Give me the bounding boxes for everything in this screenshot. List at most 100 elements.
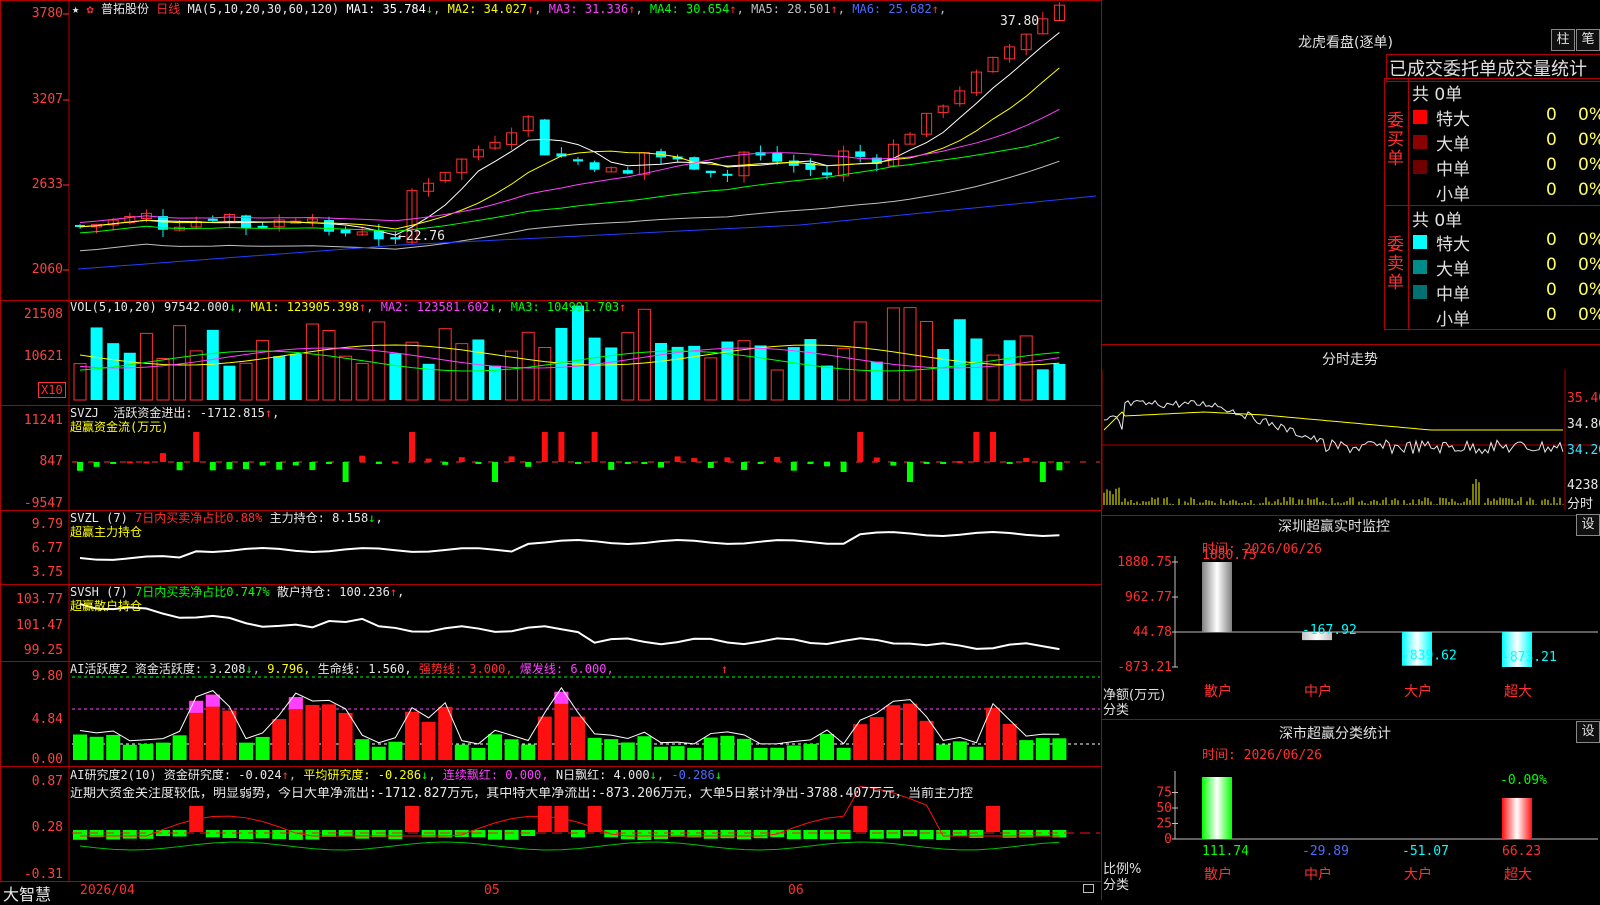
star-icon[interactable]: ★: [72, 2, 79, 16]
row-swatch: [1413, 160, 1427, 174]
y-tick-label: 44.78: [1133, 625, 1172, 640]
ai2-header: AI研究度2(10) 资金研究度: -0.024↑, 平均研究度: -0.286…: [70, 768, 722, 782]
ma-line: [79, 136, 1060, 234]
vol-bar: [206, 329, 219, 400]
vol-bar: [837, 347, 851, 401]
row-p: 0%: [1578, 305, 1600, 325]
research-bar: [986, 806, 1000, 832]
active-bar: [571, 716, 585, 760]
vol-bar: [770, 369, 784, 401]
category-label: 超大: [1504, 684, 1532, 700]
flow-bar: [624, 462, 631, 464]
vol-bar: [970, 338, 983, 400]
active-bar-top: [554, 691, 569, 704]
lhb-tick-button[interactable]: 笔: [1576, 29, 1600, 51]
flow-bar: [641, 462, 648, 464]
research-bar: [255, 830, 270, 839]
vol-bar: [256, 340, 270, 401]
active-bar: [886, 705, 901, 760]
research-bar: [122, 830, 137, 839]
category-label: 散户: [1204, 866, 1232, 883]
pct-label: -0.09%: [1500, 773, 1547, 788]
ss-xlab: 分类: [1103, 878, 1130, 893]
lock-icon[interactable]: [1083, 884, 1094, 893]
flow-bar: [209, 462, 216, 471]
buy-label: 委买单: [1387, 111, 1404, 169]
row-name: 中单: [1436, 160, 1470, 180]
vol-bar: [804, 339, 817, 400]
ma-value-5: MA5: 28.501: [751, 2, 831, 16]
ma-line: [79, 108, 1060, 223]
active-bar: [172, 735, 187, 760]
vol-bar: [305, 323, 319, 401]
svzl-header: SVZL (7) 7日内买卖净占比0.88% 主力持仓: 8.158↓, 超赢主…: [70, 511, 383, 539]
vol-bar: [870, 361, 883, 400]
active-bar: [753, 747, 768, 760]
y-label: 2633: [31, 177, 63, 192]
y-label: 2060: [31, 262, 63, 277]
research-bar: [886, 830, 901, 839]
vol-bar: [937, 349, 950, 400]
ai1-chart[interactable]: [0, 661, 1102, 767]
research-bar: [73, 830, 87, 840]
ma-arrow-1: ↓: [425, 2, 434, 16]
research-green-line: [79, 841, 1060, 851]
stock-name: 普拓股份: [100, 2, 149, 16]
ai2-chart[interactable]: [0, 766, 1102, 882]
flow-bar: [475, 462, 482, 464]
flow-bar: [292, 462, 299, 466]
candle-body: [207, 218, 218, 221]
active-bar: [1052, 738, 1067, 760]
vol-bar: [389, 353, 402, 400]
y-tick-label: 0: [1164, 832, 1172, 847]
active-bar: [620, 742, 635, 760]
research-bar: [803, 830, 818, 840]
vol-bar: [538, 347, 552, 401]
research-bar: [222, 830, 237, 839]
brand-logo: 大智慧: [3, 885, 52, 904]
row-name: 小单: [1436, 185, 1470, 205]
period-label[interactable]: 日线: [156, 2, 180, 16]
flow-bar: [1006, 462, 1013, 464]
kline-chart[interactable]: [0, 0, 1102, 301]
active-bar: [670, 746, 685, 760]
value-label: 66.23: [1502, 844, 1541, 859]
vol-bar: [239, 362, 253, 401]
research-bar: [620, 830, 635, 840]
vol-bar: [787, 347, 800, 400]
active-bar: [654, 746, 668, 760]
vol-chart[interactable]: [0, 300, 1102, 406]
active-bar: [355, 739, 370, 760]
candle-body: [772, 152, 783, 162]
ma-arrow-2: ↑: [527, 2, 535, 16]
vol-bar: [572, 305, 584, 400]
category-label: 中户: [1304, 683, 1332, 700]
active-bar: [637, 736, 652, 760]
category-bar: [1502, 797, 1532, 839]
vol-bar: [1053, 363, 1066, 400]
vol-bar: [273, 356, 286, 400]
active-bar: [703, 737, 718, 760]
lhb-bar-button[interactable]: 柱: [1551, 29, 1575, 51]
vol-bar: [953, 319, 966, 400]
category-label: 大户: [1404, 866, 1432, 883]
y-label: 0.00: [31, 752, 63, 767]
vol-bar: [355, 362, 369, 401]
row-v: 0: [1546, 155, 1557, 175]
flow-bar: [691, 458, 698, 462]
vol-bar: [372, 321, 386, 401]
flow-bar: [392, 461, 399, 464]
row-swatch: [1413, 135, 1427, 149]
active-bar: [936, 744, 951, 760]
research-bar: [604, 830, 619, 838]
research-bar: [836, 830, 851, 839]
active-bar: [919, 720, 934, 760]
category-bar: [1202, 777, 1232, 839]
flow-bar: [1039, 462, 1046, 482]
row-swatch: [1413, 285, 1427, 299]
flow-bar: [93, 462, 100, 467]
flow-bar: [575, 462, 581, 464]
active-bar: [454, 744, 469, 760]
gear-icon[interactable]: ✿: [86, 2, 93, 16]
fs-chart[interactable]: [1100, 370, 1600, 510]
